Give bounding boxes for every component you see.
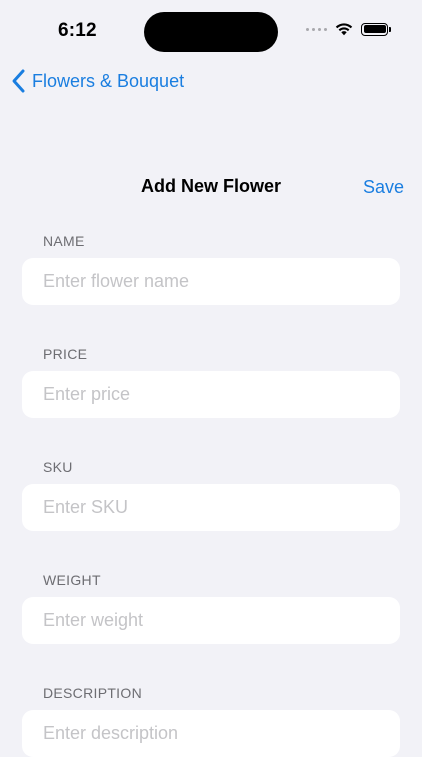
status-indicators (306, 22, 391, 36)
chevron-left-icon (12, 69, 25, 93)
name-field-group: NAME (22, 232, 400, 305)
status-bar: 6:12 (0, 0, 422, 60)
price-label: PRICE (43, 346, 88, 362)
sku-input[interactable] (22, 484, 400, 531)
status-time: 6:12 (58, 20, 97, 41)
dynamic-island (144, 12, 278, 52)
description-field-group: DESCRIPTION (22, 684, 400, 757)
back-button[interactable]: Flowers & Bouquet (10, 68, 184, 94)
price-field-group: PRICE (22, 345, 400, 418)
weight-field-group: WEIGHT (22, 571, 400, 644)
sku-field-group: SKU (22, 458, 400, 531)
save-button[interactable]: Save (363, 177, 404, 198)
weight-input[interactable] (22, 597, 400, 644)
name-label: NAME (43, 233, 85, 249)
sku-label: SKU (43, 459, 73, 475)
back-button-label: Flowers & Bouquet (32, 70, 185, 91)
page-title: Add New Flower (140, 176, 281, 196)
weight-label: WEIGHT (43, 572, 101, 588)
description-label: DESCRIPTION (43, 685, 142, 701)
name-input[interactable] (22, 258, 400, 305)
wifi-icon (335, 23, 353, 36)
cellular-dots-icon (306, 27, 327, 31)
price-input[interactable] (22, 371, 400, 418)
battery-icon (361, 22, 391, 36)
